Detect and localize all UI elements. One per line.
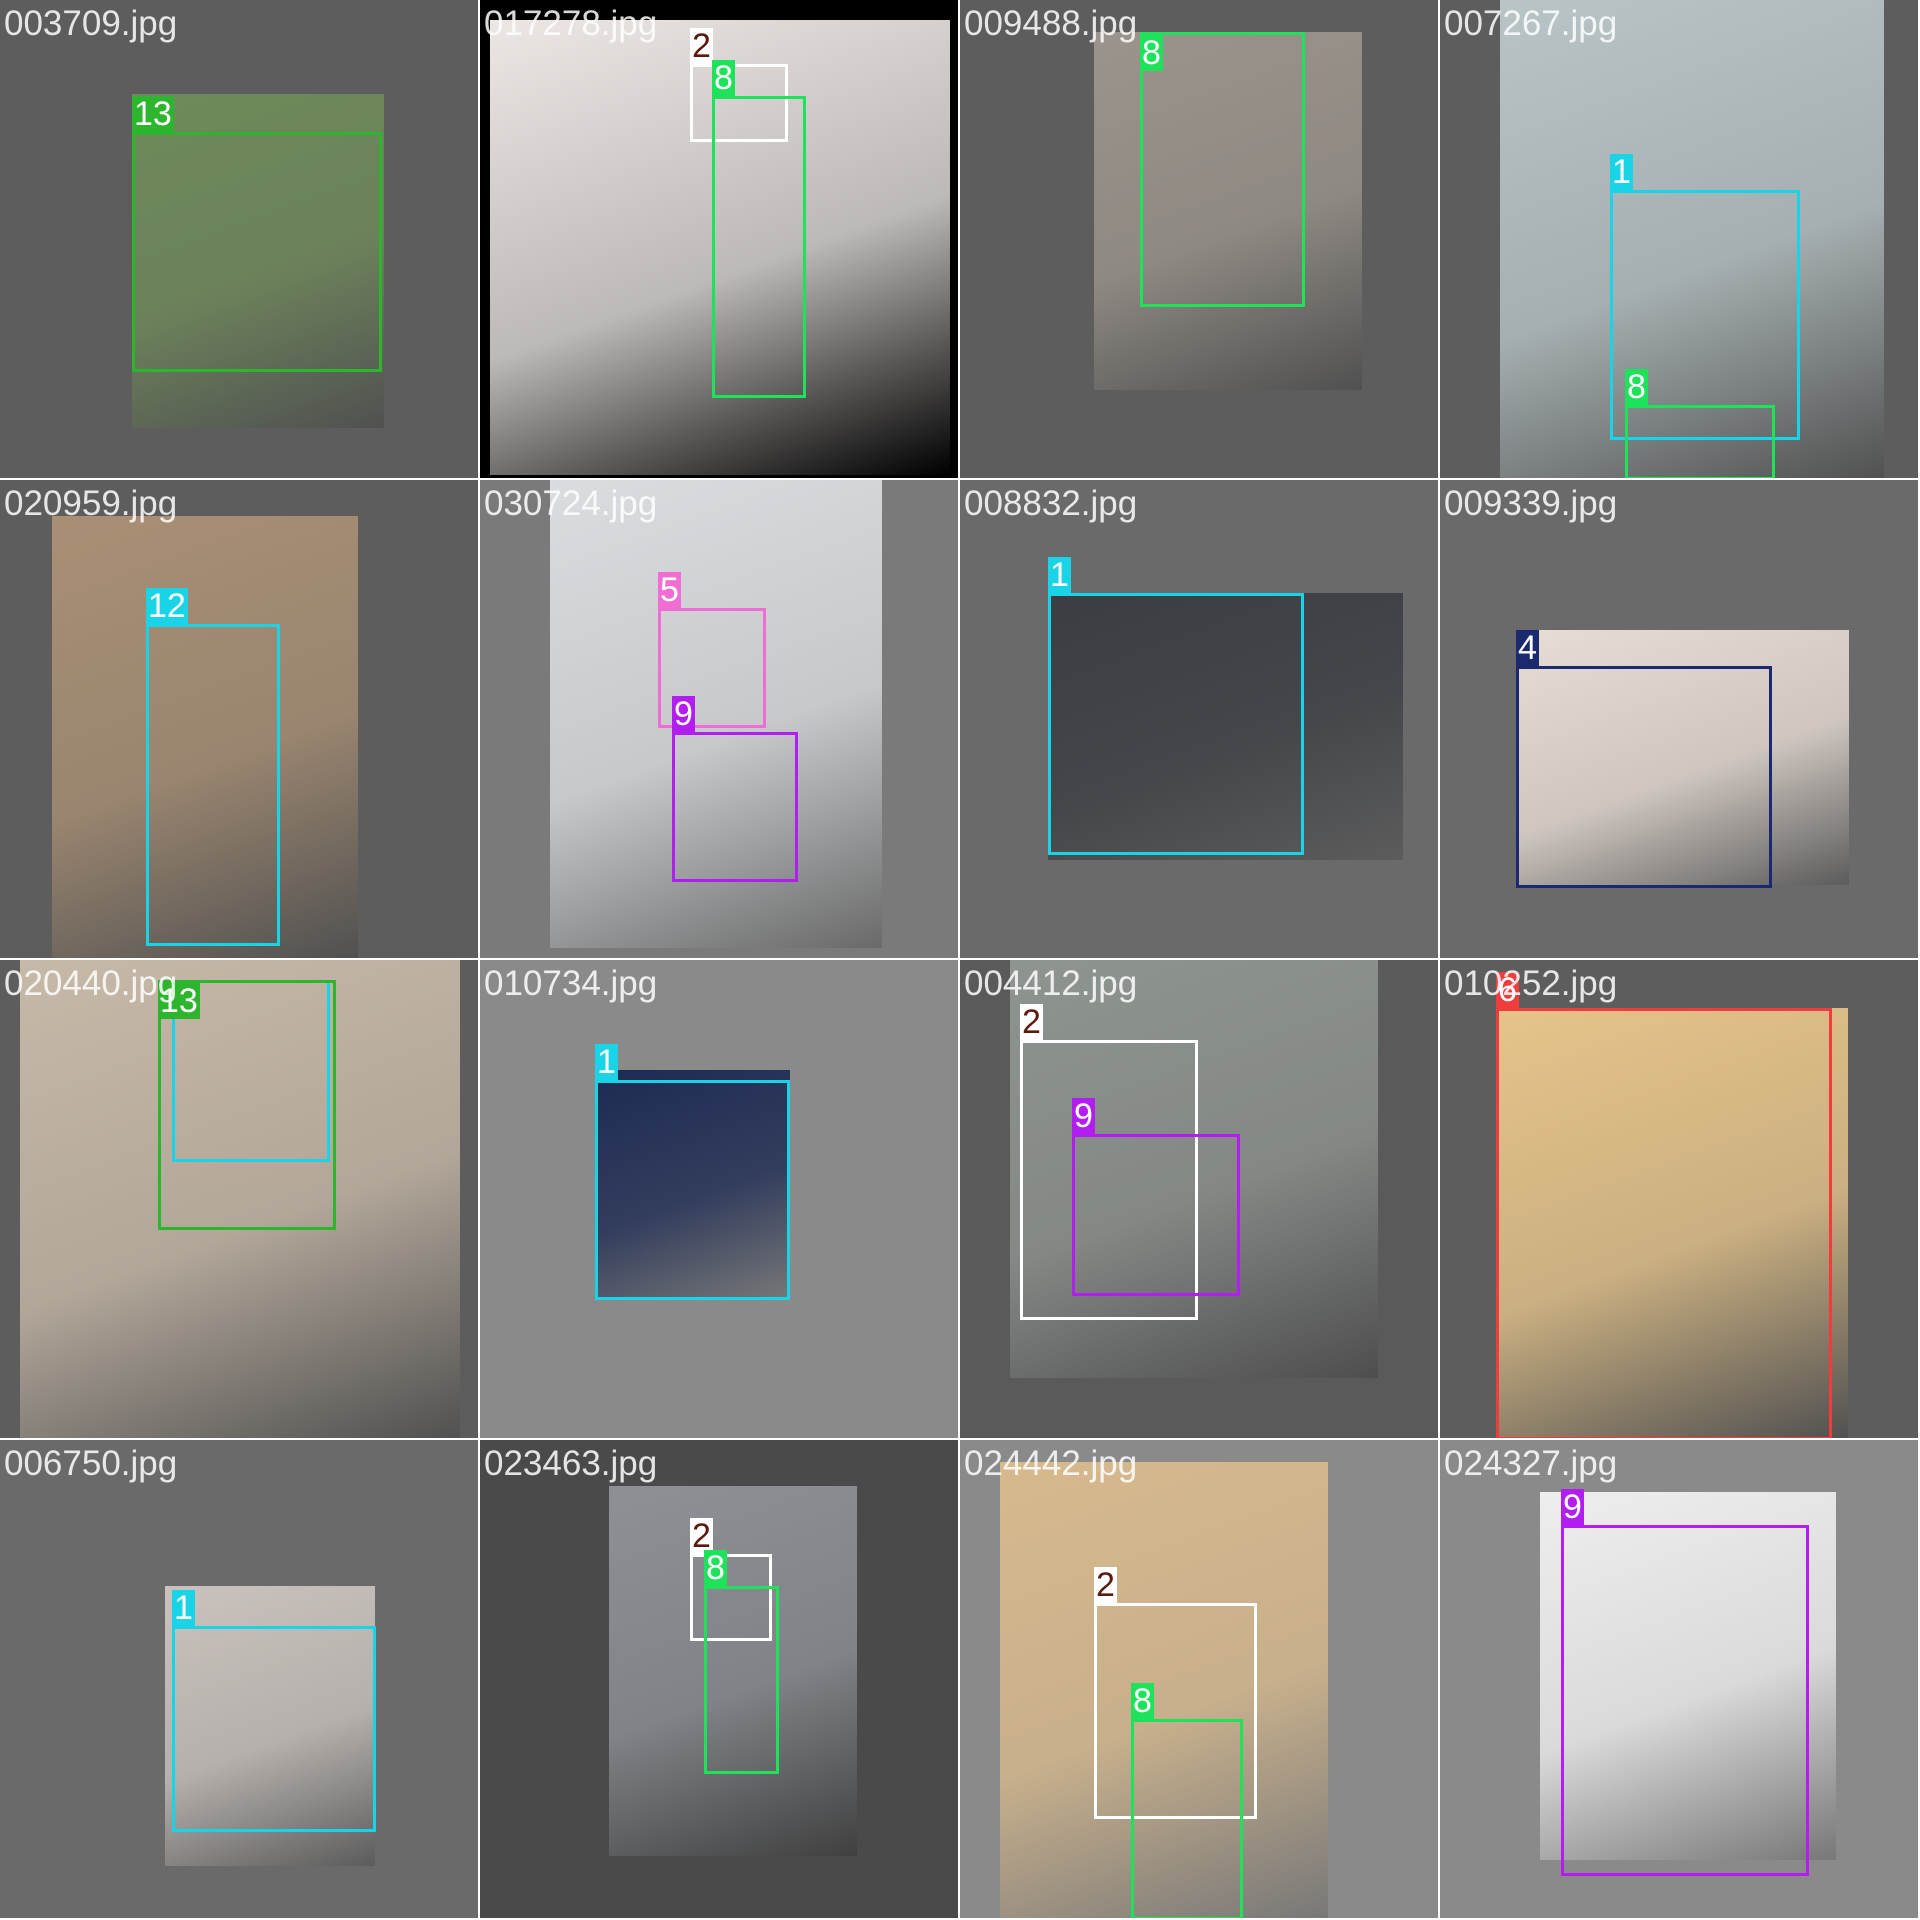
- bounding-box: 8: [1140, 32, 1305, 307]
- filename-label: 020440.jpg: [4, 964, 178, 1003]
- image-tile: 020440.jpg113: [0, 960, 478, 1438]
- class-label: 12: [146, 587, 188, 625]
- filename-label: 024442.jpg: [964, 1444, 1138, 1483]
- bounding-box: 12: [146, 588, 280, 946]
- image-tile: 008832.jpg 1: [960, 480, 1438, 958]
- class-label: 1: [595, 1043, 618, 1081]
- filename-label: 024327.jpg: [1444, 1444, 1618, 1483]
- class-label: 8: [704, 1549, 727, 1587]
- class-label: 13: [132, 95, 174, 133]
- bounding-box: 4: [1516, 630, 1772, 888]
- class-label: 2: [690, 27, 713, 65]
- image-tile: 020959.jpg 12: [0, 480, 478, 958]
- image-tile: 017278.jpg 2 8: [480, 0, 958, 478]
- image-tile: 030724.jpg 5 9: [480, 480, 958, 958]
- filename-label: 030724.jpg: [484, 484, 658, 523]
- class-label: 8: [1625, 368, 1648, 406]
- filename-label: 003709.jpg: [4, 4, 178, 43]
- bounding-box: 8: [704, 1550, 779, 1774]
- bounding-box: 8: [1625, 369, 1775, 478]
- bounding-box: 9: [1561, 1489, 1809, 1876]
- bounding-box: 13: [132, 96, 382, 372]
- filename-label: 007267.jpg: [1444, 4, 1618, 43]
- image-grid: 003709.jpg 13 017278.jpg 2 8 009488.jpg 8 00726…: [0, 0, 1920, 1920]
- bounding-box: 1: [1048, 557, 1304, 855]
- class-label: 4: [1516, 629, 1539, 667]
- filename-label: 023463.jpg: [484, 1444, 658, 1483]
- filename-label: 009339.jpg: [1444, 484, 1618, 523]
- filename-label: 009488.jpg: [964, 4, 1138, 43]
- bounding-box: 8: [1131, 1683, 1243, 1918]
- filename-label: 020959.jpg: [4, 484, 178, 523]
- class-label: 1: [1610, 153, 1633, 191]
- bounding-box: 13: [158, 980, 336, 1230]
- class-label: 5: [658, 571, 681, 609]
- bounding-box: 8: [712, 60, 806, 398]
- filename-label: 010252.jpg: [1444, 964, 1618, 1003]
- image-tile: 004412.jpg 2 9: [960, 960, 1438, 1438]
- image-tile: 024442.jpg 2 8: [960, 1440, 1438, 1918]
- image-tile: 007267.jpg 1 8: [1440, 0, 1918, 478]
- bounding-box: 9: [1072, 1098, 1240, 1296]
- class-label: 9: [1072, 1097, 1095, 1135]
- filename-label: 017278.jpg: [484, 4, 658, 43]
- bounding-box: 6: [1496, 972, 1832, 1438]
- class-label: 2: [1020, 1003, 1043, 1041]
- bounding-box: 1: [172, 1590, 376, 1832]
- filename-label: 010734.jpg: [484, 964, 658, 1003]
- image-tile: 009488.jpg 8: [960, 0, 1438, 478]
- image-tile: 024327.jpg 9: [1440, 1440, 1918, 1918]
- bounding-box: 1: [595, 1044, 790, 1300]
- filename-label: 006750.jpg: [4, 1444, 178, 1483]
- image-tile: 009339.jpg 4: [1440, 480, 1918, 958]
- class-label: 1: [172, 1589, 195, 1627]
- class-label: 1: [1048, 556, 1071, 594]
- image-tile: 010734.jpg 1: [480, 960, 958, 1438]
- bounding-box: 9: [672, 696, 798, 882]
- class-label: 8: [712, 59, 735, 97]
- image-tile: 003709.jpg 13: [0, 0, 478, 478]
- filename-label: 008832.jpg: [964, 484, 1138, 523]
- image-tile: 023463.jpg 2 8: [480, 1440, 958, 1918]
- class-label: 9: [672, 695, 695, 733]
- class-label: 8: [1131, 1682, 1154, 1720]
- class-label: 9: [1561, 1488, 1584, 1526]
- class-label: 8: [1140, 34, 1163, 72]
- image-tile: 006750.jpg 1: [0, 1440, 478, 1918]
- class-label: 2: [1094, 1566, 1117, 1604]
- filename-label: 004412.jpg: [964, 964, 1138, 1003]
- image-tile: 010252.jpg 6: [1440, 960, 1918, 1438]
